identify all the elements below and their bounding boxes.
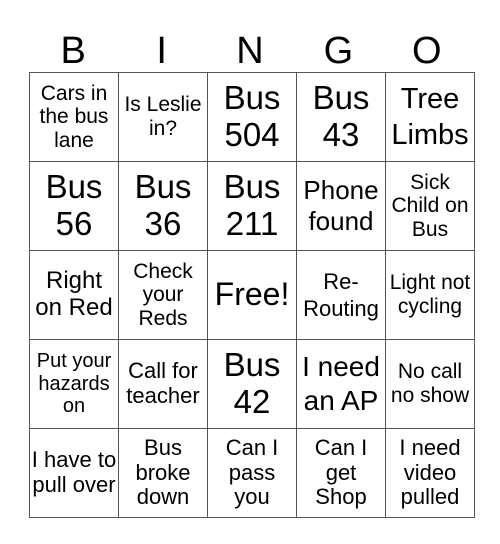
bingo-header: B I N G O [29,30,471,72]
bingo-cell[interactable]: Bus broke down [118,428,208,518]
card-row: Right on Red Check your Reds Free! Re-Ro… [29,250,475,340]
bingo-cell[interactable]: Can I pass you [207,428,297,518]
card-row: Bus 56 Bus 36 Bus 211 Phone found Sick C… [29,161,475,251]
bingo-cell[interactable]: Call for teacher [118,339,208,429]
bingo-cell[interactable]: Sick Child on Bus [385,161,475,251]
bingo-cell[interactable]: Tree Limbs [385,72,475,162]
bingo-cell[interactable]: Is Leslie in? [118,72,208,162]
card-row: Cars in the bus lane Is Leslie in? Bus 5… [29,72,475,162]
header-letter-g: G [323,30,354,72]
free-space-cell[interactable]: Free! [207,250,297,340]
header-letter-i: I [156,30,167,72]
card-row: I have to pull over Bus broke down Can I… [29,428,475,518]
bingo-cell[interactable]: I have to pull over [29,428,119,518]
bingo-cell[interactable]: Bus 42 [207,339,297,429]
bingo-cell[interactable]: Bus 43 [296,72,386,162]
card-row: Put your hazards on Call for teacher Bus… [29,339,475,429]
bingo-cell[interactable]: Bus 211 [207,161,297,251]
bingo-cell[interactable]: Phone found [296,161,386,251]
header-letter-n: N [236,30,264,72]
bingo-cell[interactable]: Can I get Shop [296,428,386,518]
bingo-cell[interactable]: Re-Routing [296,250,386,340]
bingo-cell[interactable]: Light not cycling [385,250,475,340]
bingo-cell[interactable]: I need an AP [296,339,386,429]
bingo-card: Cars in the bus lane Is Leslie in? Bus 5… [29,72,475,518]
bingo-cell[interactable]: I need video pulled [385,428,475,518]
bingo-cell[interactable]: Check your Reds [118,250,208,340]
bingo-cell[interactable]: Bus 36 [118,161,208,251]
bingo-cell[interactable]: Bus 56 [29,161,119,251]
bingo-cell[interactable]: Bus 504 [207,72,297,162]
header-letter-o: O [412,30,442,72]
header-letter-b: B [60,30,86,72]
bingo-cell[interactable]: Put your hazards on [29,339,119,429]
bingo-cell[interactable]: Right on Red [29,250,119,340]
bingo-cell[interactable]: Cars in the bus lane [29,72,119,162]
bingo-cell[interactable]: No call no show [385,339,475,429]
